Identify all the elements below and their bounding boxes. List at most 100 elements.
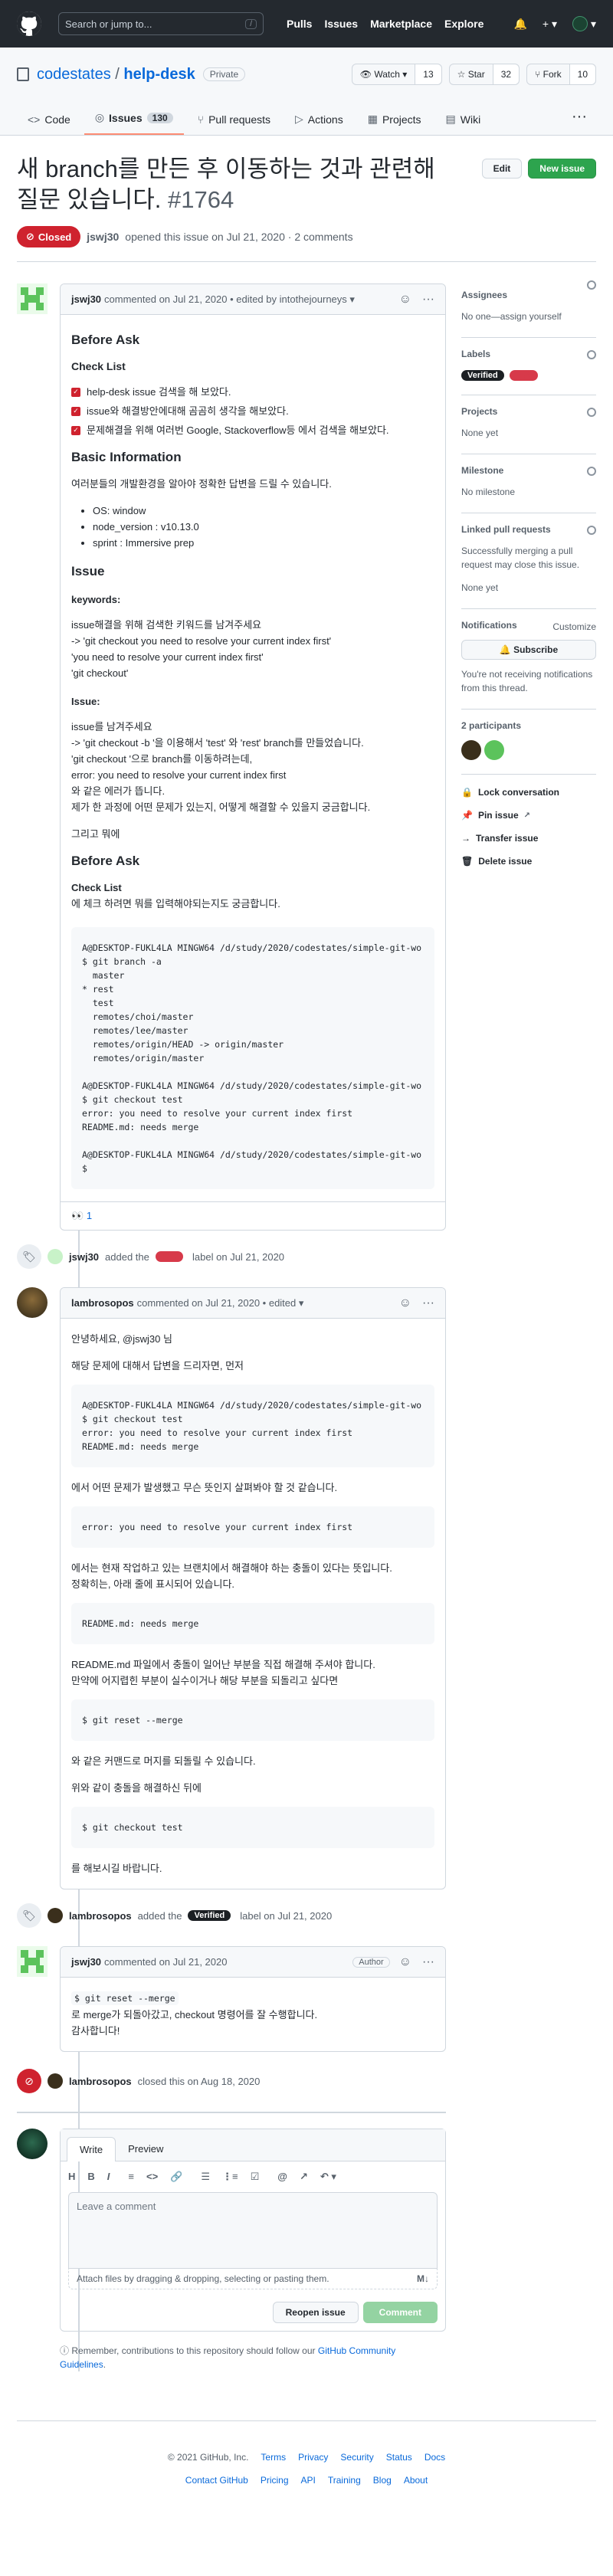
delete-issue-button[interactable]: 🗑 Delete issue <box>461 856 596 867</box>
label-badge[interactable]: bug <box>155 1251 184 1262</box>
attach-files-area[interactable]: Attach files by dragging & dropping, sel… <box>68 2269 438 2289</box>
kebab-menu-icon[interactable]: ··· <box>422 1296 434 1310</box>
section-heading[interactable]: Milestone <box>461 465 596 476</box>
comment-button[interactable]: Comment <box>362 2302 438 2323</box>
star-button[interactable]: ☆ Star 32 <box>448 64 520 85</box>
create-new-dropdown[interactable]: + ▾ <box>543 18 557 31</box>
event-actor[interactable]: jswj30 <box>69 1251 99 1263</box>
fork-count[interactable]: 10 <box>569 64 595 84</box>
smiley-icon[interactable]: ☺ <box>399 1955 411 1969</box>
smiley-icon[interactable]: ☺ <box>399 293 411 306</box>
gear-icon[interactable] <box>587 526 596 535</box>
footer-link-status[interactable]: Status <box>386 2452 412 2463</box>
fork-button[interactable]: ⑂ Fork 10 <box>526 64 596 85</box>
label-badge[interactable]: bug <box>510 370 538 381</box>
avatar[interactable] <box>484 740 504 760</box>
more-tabs-button[interactable]: ··· <box>562 108 596 135</box>
tab-issues[interactable]: ◎ Issues 130 <box>84 111 184 135</box>
mention-icon[interactable]: @ <box>277 2171 287 2183</box>
gear-icon[interactable] <box>587 408 596 417</box>
comment-meta[interactable]: commented on Jul 21, 2020 <box>104 1956 227 1968</box>
edit-title-button[interactable]: Edit <box>481 159 523 179</box>
footer-link-blog[interactable]: Blog <box>373 2475 392 2486</box>
section-heading[interactable]: Projects <box>461 406 596 417</box>
tab-write[interactable]: Write <box>67 2137 116 2161</box>
kebab-menu-icon[interactable]: ··· <box>422 1955 434 1969</box>
avatar[interactable] <box>17 283 48 314</box>
comment-author[interactable]: jswj30 <box>71 293 101 305</box>
transfer-issue-button[interactable]: → Transfer issue <box>461 833 596 844</box>
github-logo-icon[interactable] <box>17 11 41 36</box>
comment-author[interactable]: lambrosopos <box>71 1297 134 1309</box>
checkbox-icon[interactable]: ✓ <box>71 406 80 416</box>
avatar[interactable] <box>48 2073 63 2089</box>
footer-link-training[interactable]: Training <box>328 2475 361 2486</box>
bulleted-list-icon[interactable]: ☰ <box>201 2171 210 2183</box>
section-heading[interactable]: Assignees <box>461 290 596 300</box>
cross-reference-icon[interactable]: ↗ <box>300 2171 308 2183</box>
nav-pulls[interactable]: Pulls <box>287 18 312 30</box>
code-icon[interactable]: <> <box>146 2171 158 2183</box>
reopen-issue-button[interactable]: Reopen issue <box>272 2302 359 2323</box>
avatar[interactable] <box>48 1249 63 1264</box>
footer-link-api[interactable]: API <box>301 2475 316 2486</box>
avatar[interactable] <box>17 2129 48 2159</box>
avatar[interactable] <box>17 1287 48 1318</box>
lock-conversation-button[interactable]: 🔒 Lock conversation <box>461 787 596 798</box>
bold-icon[interactable]: B <box>87 2171 94 2183</box>
issue-author-link[interactable]: jswj30 <box>87 231 119 243</box>
smiley-icon[interactable]: ☺ <box>399 1296 411 1310</box>
reaction-button[interactable]: 👀 1 <box>61 1201 445 1230</box>
footer-link-terms[interactable]: Terms <box>261 2452 286 2463</box>
comment-meta[interactable]: commented on Jul 21, 2020 • edited by in… <box>104 293 355 306</box>
repo-owner-link[interactable]: codestates <box>37 66 111 84</box>
nav-marketplace[interactable]: Marketplace <box>370 18 432 30</box>
assignees-value[interactable]: No one—assign yourself <box>461 310 596 323</box>
new-issue-button[interactable]: New issue <box>528 159 596 179</box>
footer-link-security[interactable]: Security <box>340 2452 373 2463</box>
avatar[interactable] <box>48 1908 63 1923</box>
comment-meta[interactable]: commented on Jul 21, 2020 • edited ▾ <box>137 1297 304 1309</box>
search-input[interactable]: Search or jump to... / <box>58 12 264 35</box>
user-menu[interactable]: ▾ <box>572 16 596 31</box>
kebab-menu-icon[interactable]: ··· <box>422 293 434 306</box>
section-heading[interactable]: Linked pull requests <box>461 524 596 535</box>
reply-icon[interactable]: ↶ ▾ <box>320 2171 336 2183</box>
event-actor[interactable]: lambrosopos <box>69 2076 132 2087</box>
nav-issues[interactable]: Issues <box>324 18 358 30</box>
comment-textarea[interactable]: Leave a comment <box>68 2192 438 2269</box>
link-icon[interactable]: 🔗 <box>170 2171 182 2183</box>
avatar[interactable] <box>17 1946 48 1977</box>
checkbox-icon[interactable]: ✓ <box>71 425 80 435</box>
label-badge[interactable]: Verified <box>461 370 504 381</box>
markdown-icon[interactable]: M↓ <box>417 2273 429 2284</box>
watch-count[interactable]: 13 <box>415 64 441 84</box>
star-count[interactable]: 32 <box>492 64 520 84</box>
tab-projects[interactable]: ▦ Projects <box>357 113 432 135</box>
gear-icon[interactable] <box>587 467 596 476</box>
footer-link-about[interactable]: About <box>404 2475 428 2486</box>
avatar[interactable] <box>461 740 481 760</box>
tab-preview[interactable]: Preview <box>116 2137 175 2161</box>
nav-explore[interactable]: Explore <box>444 18 484 30</box>
customize-link[interactable]: Customize <box>552 620 596 640</box>
tab-actions[interactable]: ▷ Actions <box>284 113 354 135</box>
heading-icon[interactable]: H <box>68 2171 75 2183</box>
footer-link-privacy[interactable]: Privacy <box>298 2452 328 2463</box>
quote-icon[interactable]: ≡ <box>128 2171 134 2183</box>
repo-name-link[interactable]: help-desk <box>123 66 195 84</box>
tab-pull-requests[interactable]: ⑂ Pull requests <box>187 113 281 135</box>
section-heading[interactable]: Labels <box>461 349 596 359</box>
subscribe-button[interactable]: 🔔 Subscribe <box>461 640 596 660</box>
footer-link-docs[interactable]: Docs <box>425 2452 445 2463</box>
label-badge[interactable]: Verified <box>188 1910 231 1921</box>
tab-code[interactable]: <> Code <box>17 113 81 135</box>
gear-icon[interactable] <box>587 350 596 359</box>
comment-author[interactable]: jswj30 <box>71 1956 101 1968</box>
watch-button[interactable]: 👁 Watch ▾ 13 <box>351 64 442 85</box>
event-actor[interactable]: lambrosopos <box>69 1910 132 1922</box>
bell-icon[interactable]: 🔔 <box>513 18 526 31</box>
checkbox-icon[interactable]: ✓ <box>71 387 80 397</box>
numbered-list-icon[interactable]: ⋮≡ <box>222 2171 238 2183</box>
italic-icon[interactable]: I <box>107 2171 110 2183</box>
